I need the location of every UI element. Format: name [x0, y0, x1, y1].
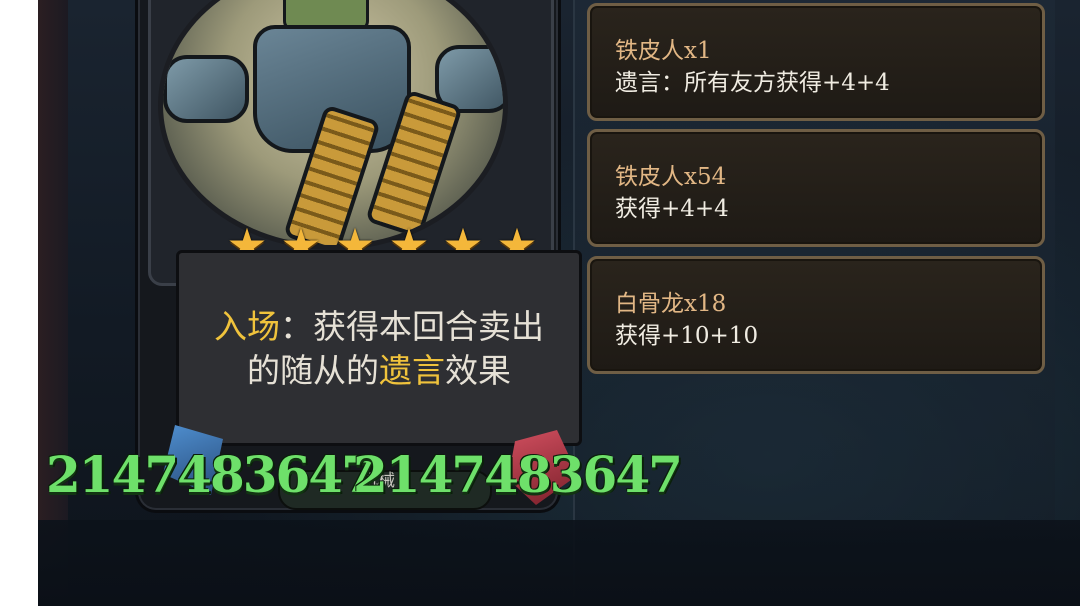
- entry-effect: 获得+4+4: [615, 196, 729, 222]
- attack-value: 2147483647: [46, 445, 376, 504]
- card-text-box: 入场：获得本回合卖出 的随从的遗言效果: [176, 250, 582, 446]
- entry-name: 白骨龙x18: [615, 291, 727, 317]
- entry-name: 铁皮人x1: [615, 38, 712, 64]
- keyword-deathrattle: 遗言: [379, 351, 445, 390]
- entry-name: 铁皮人x54: [615, 164, 727, 190]
- description-part-3: 效果: [445, 351, 511, 390]
- game-scene: ★ ★ ★ ★ ★ ★ 入场：获得本回合卖出 的随从的遗言效果 机械 2147483647…: [38, 0, 1080, 606]
- description-part-1: ：获得本回合卖出: [280, 307, 544, 346]
- entry-effect: 遗言：所有友方获得+4+4: [615, 70, 890, 96]
- background-strip: [38, 0, 68, 606]
- effect-entry[interactable]: 白骨龙x18 获得+10+10: [587, 256, 1045, 374]
- effect-entry[interactable]: 铁皮人x1 遗言：所有友方获得+4+4: [587, 3, 1045, 121]
- health-value: 2147483647: [353, 445, 683, 504]
- entry-effect: 获得+10+10: [615, 323, 759, 349]
- effect-entry[interactable]: 铁皮人x54 获得+4+4: [587, 129, 1045, 247]
- keyword-battlecry: 入场: [214, 307, 280, 346]
- card-description: 入场：获得本回合卖出 的随从的遗言效果: [179, 305, 579, 393]
- mech-left-fist: [163, 55, 249, 123]
- floor-shadow: [38, 520, 1080, 606]
- description-part-2: 的随从的: [247, 351, 379, 390]
